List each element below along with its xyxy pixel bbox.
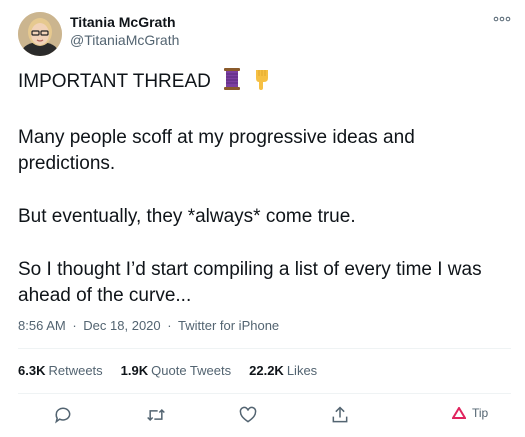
likes-label: Likes — [286, 363, 318, 378]
text-line: Many people scoff at my progressive idea… — [18, 127, 415, 148]
likes-count: 22.2K — [249, 363, 284, 378]
thread-title: IMPORTANT THREAD — [18, 71, 211, 92]
quotes-label: Quote Tweets — [151, 363, 232, 378]
retweets-label: Retweets — [48, 363, 103, 378]
text-line: ahead of the curve... — [18, 285, 192, 306]
text-line: predictions. — [18, 153, 116, 174]
retweets-count: 6.3K — [18, 363, 46, 378]
tweet-source[interactable]: Twitter for iPhone — [178, 318, 279, 333]
text-line: So I thought I’d start compiling a list … — [18, 259, 482, 280]
avatar[interactable] — [18, 12, 62, 56]
tweet-meta: 8:56 AM · Dec 18, 2020 · Twitter for iPh… — [18, 318, 282, 334]
divider — [18, 348, 511, 349]
like-icon[interactable] — [237, 404, 259, 426]
divider — [18, 393, 511, 394]
tweet-time[interactable]: 8:56 AM — [18, 318, 66, 333]
meta-separator: · — [72, 318, 77, 333]
engagement-stats: 6.3K Retweets 1.9K Quote Tweets 22.2K Likes — [18, 363, 317, 379]
quotes-count: 1.9K — [120, 363, 149, 378]
action-bar: Tip — [0, 397, 525, 431]
tip-button[interactable]: Tip — [452, 406, 488, 420]
tweet-date[interactable]: Dec 18, 2020 — [83, 318, 160, 333]
tip-icon — [452, 407, 466, 419]
tweet-card: Titania McGrath @TitaniaMcGrath IMPORTAN… — [0, 0, 525, 437]
author-handle[interactable]: @TitaniaMcGrath — [70, 32, 179, 49]
likes-stat[interactable]: 22.2K Likes — [249, 363, 317, 379]
pointing-down-emoji — [253, 68, 271, 98]
spool-emoji — [222, 68, 242, 98]
author-name[interactable]: Titania McGrath — [70, 14, 176, 31]
text-line: But eventually, they *always* come true. — [18, 206, 356, 227]
meta-separator: · — [167, 318, 172, 333]
quote-tweets-stat[interactable]: 1.9K Quote Tweets — [121, 363, 231, 379]
tip-label: Tip — [472, 406, 489, 420]
more-icon[interactable] — [491, 12, 513, 26]
reply-icon[interactable] — [52, 404, 74, 426]
retweets-stat[interactable]: 6.3K Retweets — [18, 363, 103, 379]
tweet-text: IMPORTANT THREAD Many people scoff at my… — [18, 68, 518, 309]
retweet-icon[interactable] — [145, 404, 167, 426]
share-icon[interactable] — [329, 404, 351, 426]
